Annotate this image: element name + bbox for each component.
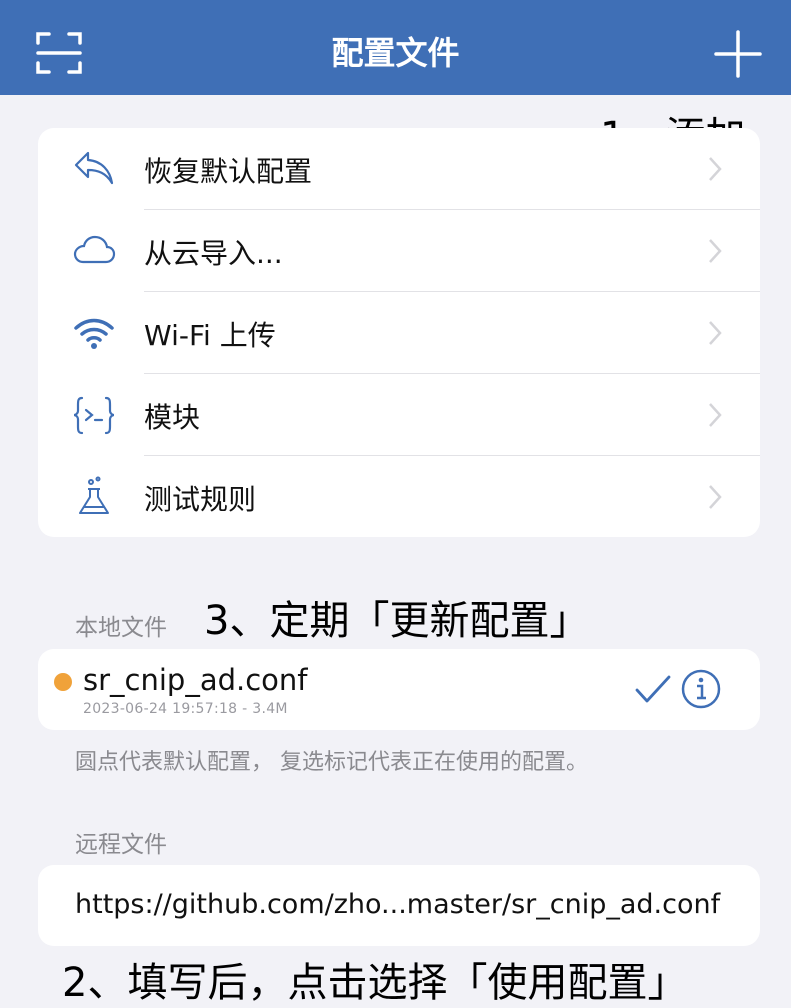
menu-item-label: 从云导入... bbox=[144, 237, 283, 270]
annotation-update: 3、定期「更新配置」 bbox=[204, 598, 590, 644]
cloud-icon bbox=[73, 235, 116, 264]
checkmark-icon bbox=[635, 675, 671, 703]
code-braces-icon bbox=[73, 396, 115, 435]
plus-icon[interactable] bbox=[714, 30, 762, 78]
wifi-icon bbox=[74, 318, 114, 349]
annotation-fill-select: 2、填写后，点击选择「使用配置」 bbox=[62, 960, 688, 1006]
chevron-right-icon bbox=[709, 321, 722, 345]
chevron-right-icon bbox=[709, 239, 722, 263]
flask-icon bbox=[79, 476, 109, 514]
page-title: 配置文件 bbox=[331, 34, 460, 72]
local-files-footnote: 圆点代表默认配置， 复选标记代表正在使用的配置。 bbox=[75, 750, 588, 775]
file-name: sr_cnip_ad.conf bbox=[83, 663, 308, 697]
menu-item-modules[interactable]: 模块 bbox=[38, 374, 760, 456]
chevron-right-icon bbox=[709, 403, 722, 427]
info-icon[interactable] bbox=[681, 669, 721, 709]
chevron-right-icon bbox=[709, 157, 722, 181]
menu-card: 恢复默认配置 从云导入... Wi-Fi 上传 模块 测试规则 bbox=[38, 128, 760, 537]
menu-item-label: 测试规则 bbox=[144, 483, 257, 516]
chevron-right-icon bbox=[709, 485, 722, 509]
undo-arrow-icon bbox=[74, 151, 114, 185]
menu-item-import-cloud[interactable]: 从云导入... bbox=[38, 210, 760, 292]
remote-url: https://github.com/zho...master/sr_cnip_… bbox=[75, 889, 721, 920]
menu-item-wifi-upload[interactable]: Wi-Fi 上传 bbox=[38, 292, 760, 374]
remote-file-row[interactable]: https://github.com/zho...master/sr_cnip_… bbox=[38, 865, 760, 946]
menu-item-label: Wi-Fi 上传 bbox=[144, 319, 276, 352]
section-title-local: 本地文件 bbox=[75, 615, 167, 641]
default-dot bbox=[54, 673, 72, 691]
menu-item-restore-default[interactable]: 恢复默认配置 bbox=[38, 128, 760, 210]
section-title-remote: 远程文件 bbox=[75, 832, 167, 858]
menu-item-label: 恢复默认配置 bbox=[144, 155, 313, 188]
menu-item-label: 模块 bbox=[144, 401, 201, 434]
nav-bar: 配置文件 bbox=[0, 0, 791, 95]
file-meta: 2023-06-24 19:57:18 - 3.4M bbox=[83, 701, 288, 717]
local-file-row[interactable]: sr_cnip_ad.conf 2023-06-24 19:57:18 - 3.… bbox=[38, 649, 760, 730]
menu-item-test-rules[interactable]: 测试规则 bbox=[38, 456, 760, 538]
